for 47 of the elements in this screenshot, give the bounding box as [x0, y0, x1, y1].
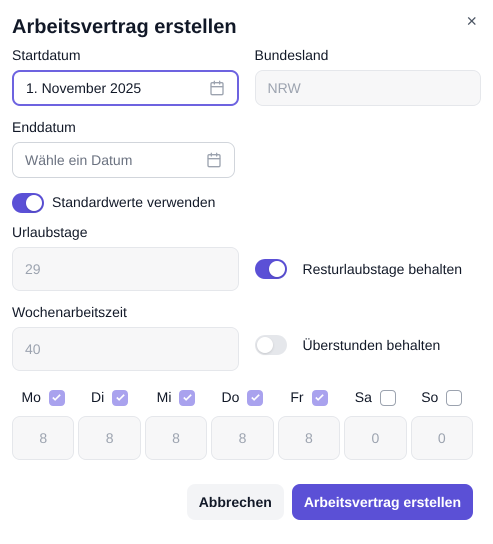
check-icon: [250, 392, 261, 403]
dialog-title: Arbeitsvertrag erstellen: [12, 15, 237, 40]
cancel-button[interactable]: Abbrechen: [186, 484, 284, 520]
field-label: Enddatum: [12, 118, 77, 136]
field-label: Wochenarbeitszeit: [12, 303, 128, 321]
field-label: Startdatum: [12, 46, 82, 64]
day-label: Sa: [354, 388, 372, 407]
day-label: Mo: [21, 388, 41, 407]
hours-field[interactable]: 8: [144, 416, 208, 460]
date-field[interactable]: Wähle ein Datum: [12, 142, 235, 178]
hours-field[interactable]: 0: [344, 416, 407, 460]
day-label: Mi: [156, 388, 172, 407]
switch-label: Überstunden behalten: [302, 336, 440, 354]
submit-button[interactable]: Arbeitsvertrag erstellen: [292, 484, 473, 520]
check-icon: [182, 392, 193, 403]
hours-field[interactable]: 0: [410, 416, 473, 460]
day-checkbox[interactable]: [179, 390, 196, 406]
hours-field[interactable]: 8: [211, 416, 274, 460]
day-label: Di: [91, 388, 104, 407]
check-icon: [51, 392, 62, 403]
day-label: Fr: [290, 388, 304, 407]
check-icon: [114, 392, 126, 403]
date-value: 1. November 2025: [26, 78, 142, 98]
day-checkbox[interactable]: [247, 390, 264, 406]
switch-label: Standardwerte verwenden: [52, 193, 216, 212]
hours-field[interactable]: 8: [12, 416, 74, 460]
date-field[interactable]: 1. November 2025: [12, 70, 238, 106]
check-icon: [314, 392, 326, 403]
close-button[interactable]: ×: [466, 8, 477, 34]
day-checkbox[interactable]: [112, 390, 128, 406]
day-label: Do: [222, 388, 240, 407]
calendar-icon: [208, 80, 224, 96]
date-placeholder: Wähle ein Datum: [25, 150, 132, 170]
hours-field[interactable]: 8: [78, 416, 141, 460]
day-checkbox[interactable]: [446, 390, 462, 406]
switch-label: Resturlaubstage behalten: [302, 260, 462, 279]
toggle-switch[interactable]: [254, 259, 286, 279]
calendar-icon: [206, 152, 222, 168]
field-label: Bundesland: [254, 46, 330, 64]
day-checkbox[interactable]: [48, 390, 65, 406]
day-checkbox[interactable]: [312, 390, 328, 406]
hours-field[interactable]: 8: [278, 416, 340, 460]
toggle-switch[interactable]: [12, 192, 44, 212]
toggle-switch[interactable]: [254, 335, 286, 355]
day-label: So: [421, 388, 438, 407]
day-checkbox[interactable]: [380, 390, 396, 406]
field-label: Urlaubstage: [12, 223, 88, 241]
